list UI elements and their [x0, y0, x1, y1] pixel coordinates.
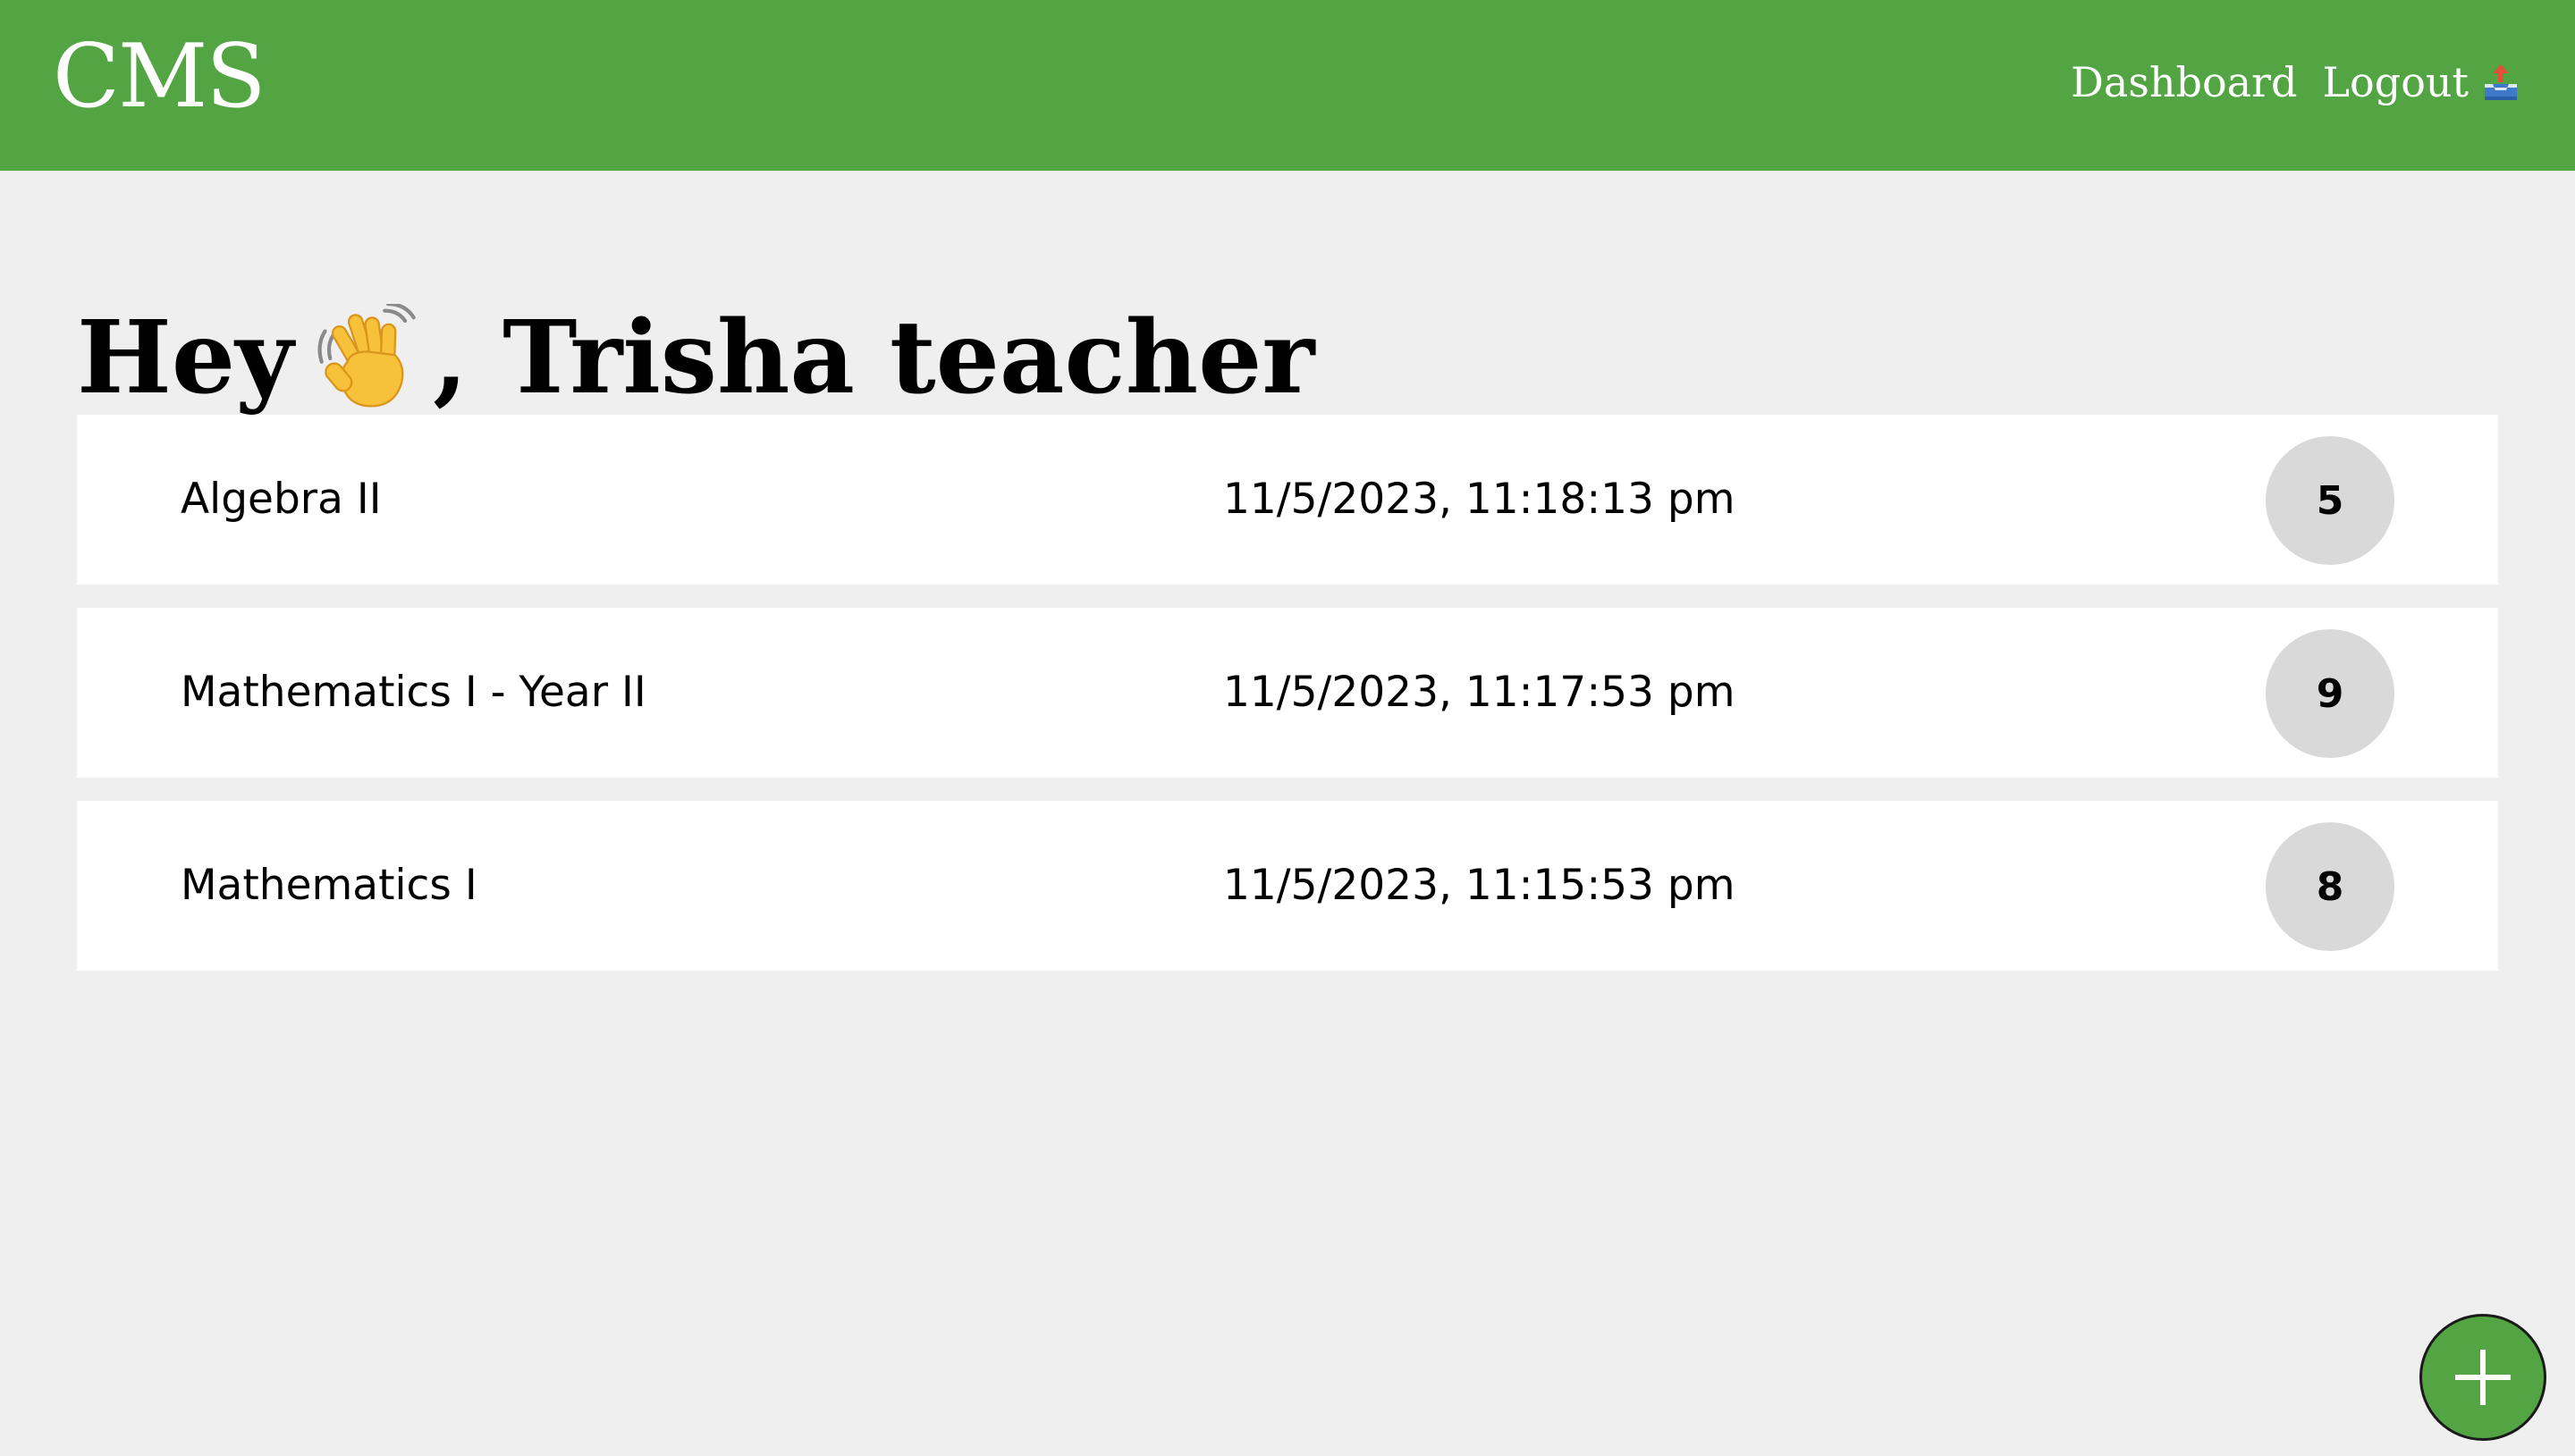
course-count-badge: 9 — [2266, 629, 2394, 758]
add-course-button[interactable] — [2419, 1314, 2546, 1441]
top-navbar: CMS Dashboard Logout — [0, 0, 2575, 171]
course-row[interactable]: Mathematics I 11/5/2023, 11:15:53 pm 8 — [77, 801, 2498, 971]
course-name: Mathematics I - Year II — [181, 668, 646, 717]
course-updated-date: 11/5/2023, 11:15:53 pm — [1223, 861, 1735, 910]
greeting-name: , Trisha teacher — [433, 299, 1315, 417]
course-name: Algebra II — [181, 475, 382, 524]
course-count-badge: 8 — [2266, 822, 2394, 951]
course-name: Mathematics I — [181, 861, 477, 910]
plus-icon — [2455, 1350, 2511, 1405]
logout-label: Logout — [2322, 58, 2469, 106]
course-updated-date: 11/5/2023, 11:17:53 pm — [1223, 668, 1735, 717]
greeting-prefix: Hey — [77, 299, 294, 417]
brand-logo[interactable]: CMS — [53, 23, 266, 130]
course-row[interactable]: Algebra II 11/5/2023, 11:18:13 pm 5 — [77, 415, 2498, 585]
header-nav: Dashboard Logout — [2071, 54, 2522, 111]
course-updated-date: 11/5/2023, 11:18:13 pm — [1223, 475, 1735, 524]
nav-logout-link[interactable]: Logout — [2323, 54, 2523, 111]
course-count-badge: 5 — [2266, 436, 2394, 565]
course-list: Algebra II 11/5/2023, 11:18:13 pm 5 Math… — [77, 415, 2498, 994]
waving-hand-icon — [317, 304, 416, 408]
greeting-heading: Hey , Trisha teacher — [77, 299, 1314, 417]
course-row[interactable]: Mathematics I - Year II 11/5/2023, 11:17… — [77, 608, 2498, 778]
nav-dashboard-link[interactable]: Dashboard — [2071, 54, 2298, 111]
outbox-tray-icon — [2485, 64, 2517, 100]
